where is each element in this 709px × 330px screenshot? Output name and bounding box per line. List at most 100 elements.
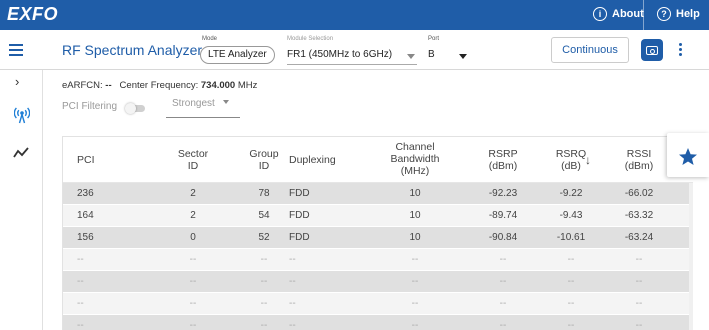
table-row[interactable]: 236 2 78 FDD 10 -92.23 -9.22 -66.02 xyxy=(63,183,693,205)
cell-rsrq: -9.43 xyxy=(559,210,583,221)
cell-channel-bandwidth: -- xyxy=(411,320,419,330)
cell-rsrq: -9.22 xyxy=(559,188,583,199)
chevron-right-icon[interactable]: › xyxy=(15,74,19,89)
header-channel-bandwidth[interactable]: Channel Bandwidth (MHz) xyxy=(377,141,453,177)
cell-sector-id: -- xyxy=(189,298,197,309)
header-rsrp[interactable]: RSRP (dBm) xyxy=(473,148,533,172)
earfcn-label: eARFCN: xyxy=(62,80,103,91)
table-row[interactable]: 164 2 54 FDD 10 -89.74 -9.43 -63.32 xyxy=(63,205,693,227)
cell-pci: -- xyxy=(77,320,84,330)
header-line: ID xyxy=(187,160,199,172)
toolbar: RF Spectrum Analyzer Mode LTE Analyzer M… xyxy=(0,30,709,70)
cell-sector-id: -- xyxy=(189,276,197,287)
header-duplexing[interactable]: Duplexing xyxy=(289,154,359,166)
header-line: (dB) xyxy=(561,160,581,172)
center-frequency-label: Center Frequency: xyxy=(119,80,199,91)
cell-group-id: 54 xyxy=(258,210,270,221)
module-selection-dropdown[interactable]: FR1 (450MHz to 6GHz) xyxy=(287,49,392,60)
help-button[interactable]: ? Help xyxy=(657,7,700,21)
sort-chevron-down-icon[interactable] xyxy=(223,100,229,104)
sort-arrow-icon[interactable]: ↓ xyxy=(585,154,591,166)
sort-underline xyxy=(166,117,240,118)
sort-dropdown[interactable]: Strongest xyxy=(172,98,215,109)
camera-icon[interactable] xyxy=(641,39,663,61)
header-sector-id[interactable]: Sector ID xyxy=(163,148,223,172)
cell-group-id: -- xyxy=(260,298,268,309)
module-underline xyxy=(287,64,417,65)
header-line: Sector xyxy=(177,148,209,160)
header-line: Channel xyxy=(395,141,435,153)
table-row[interactable]: -- -- -- -- -- -- -- -- xyxy=(63,315,693,330)
cell-rsrq: -10.61 xyxy=(556,232,586,243)
cell-rsrp: -90.84 xyxy=(488,232,518,243)
cell-rsrp: -- xyxy=(499,276,507,287)
header-line: Group xyxy=(249,148,279,160)
cell-sector-id: -- xyxy=(189,254,197,265)
center-frequency-unit: MHz xyxy=(237,80,258,91)
cell-group-id: 78 xyxy=(258,188,270,199)
cell-rssi: -63.24 xyxy=(624,232,654,243)
pci-filtering-toggle[interactable] xyxy=(125,103,145,114)
cell-rsrp: -92.23 xyxy=(488,188,518,199)
cell-rssi: -- xyxy=(635,254,643,265)
module-selection-label: Module Selection xyxy=(287,36,334,42)
cell-group-id: -- xyxy=(260,320,268,330)
cell-rssi: -- xyxy=(635,298,643,309)
cell-pci: 156 xyxy=(77,232,94,243)
table-row[interactable]: -- -- -- -- -- -- -- -- xyxy=(63,249,693,271)
header-line: (MHz) xyxy=(400,165,430,177)
page-title: RF Spectrum Analyzer xyxy=(62,42,203,58)
cell-table: PCI Sector ID Group ID Duplexing Channel Bandwi… xyxy=(62,136,693,330)
cell-group-id: 52 xyxy=(258,232,270,243)
center-frequency-value: 734.000 xyxy=(200,80,236,91)
cell-duplexing: -- xyxy=(289,298,296,309)
hamburger-menu-icon[interactable] xyxy=(9,44,23,59)
header-rsrq[interactable]: RSRQ (dB) xyxy=(541,148,601,172)
earfcn-value: -- xyxy=(105,80,112,91)
cell-sector-id: 0 xyxy=(190,232,196,243)
cell-rssi: -66.02 xyxy=(624,188,654,199)
cell-rssi: -- xyxy=(635,276,643,287)
cell-duplexing: FDD xyxy=(289,232,310,243)
favorite-button[interactable] xyxy=(667,133,709,177)
continuous-button[interactable]: Continuous xyxy=(551,37,629,63)
cell-duplexing: -- xyxy=(289,276,296,287)
cell-rsrp: -- xyxy=(499,298,507,309)
mode-select[interactable]: LTE Analyzer xyxy=(200,46,275,64)
about-label: About xyxy=(612,8,644,20)
header-rssi[interactable]: RSSI (dBm) xyxy=(609,148,669,172)
table-row[interactable]: 156 0 52 FDD 10 -90.84 -10.61 -63.24 xyxy=(63,227,693,249)
about-button[interactable]: i About xyxy=(593,7,644,21)
cell-channel-bandwidth: -- xyxy=(411,298,419,309)
cell-duplexing: -- xyxy=(289,320,296,330)
header-line: PCI xyxy=(77,154,95,166)
cell-rsrq: -- xyxy=(567,298,575,309)
table-scrollbar[interactable] xyxy=(689,183,693,330)
header-group-id[interactable]: Group ID xyxy=(234,148,294,172)
top-bar: EXFO i About ? Help xyxy=(0,0,709,30)
header-line: (dBm) xyxy=(488,160,518,172)
cell-channel-bandwidth: 10 xyxy=(409,232,421,243)
cell-rsrp: -- xyxy=(499,254,507,265)
topbar-divider xyxy=(643,0,644,30)
port-dropdown[interactable]: B xyxy=(428,49,435,60)
cell-channel-bandwidth: -- xyxy=(411,276,419,287)
port-label: Port xyxy=(428,36,440,42)
more-options-icon[interactable] xyxy=(679,43,682,58)
cell-pci: 164 xyxy=(77,210,94,221)
table-row[interactable]: -- -- -- -- -- -- -- -- xyxy=(63,271,693,293)
port-chevron-down-icon[interactable] xyxy=(459,54,467,59)
header-line: ID xyxy=(258,160,270,172)
header-pci[interactable]: PCI xyxy=(77,154,137,166)
cell-pci: -- xyxy=(77,276,84,287)
module-chevron-down-icon[interactable] xyxy=(407,54,415,59)
cell-channel-bandwidth: 10 xyxy=(409,188,421,199)
table-row[interactable]: -- -- -- -- -- -- -- -- xyxy=(63,293,693,315)
help-label: Help xyxy=(676,8,700,20)
cell-rsrp: -89.74 xyxy=(488,210,518,221)
trend-icon[interactable] xyxy=(13,146,29,164)
antenna-icon[interactable] xyxy=(13,106,31,129)
left-rail: › xyxy=(0,70,43,330)
cell-duplexing: FDD xyxy=(289,210,310,221)
cell-rsrq: -- xyxy=(567,320,575,330)
